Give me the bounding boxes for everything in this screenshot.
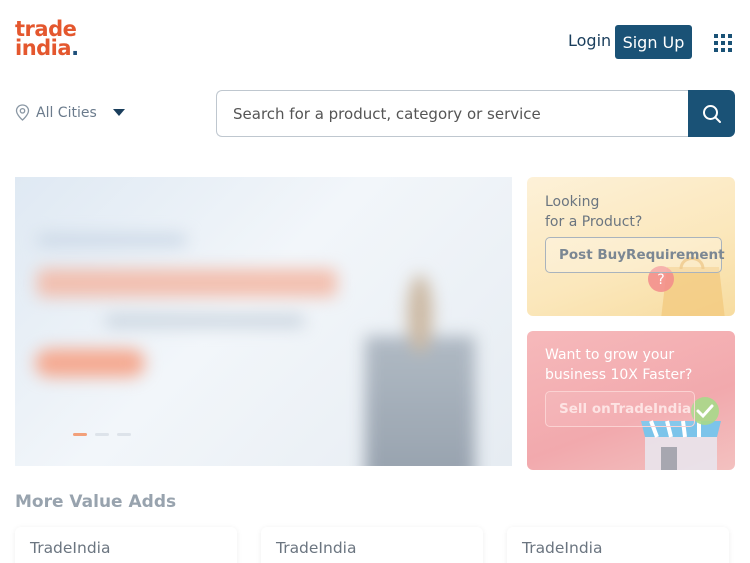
carousel-dot[interactable] xyxy=(73,433,87,436)
signup-button[interactable]: Sign Up xyxy=(615,25,692,59)
logo-india-text: india xyxy=(15,36,72,60)
section-title-value-adds: More Value Adds xyxy=(15,492,177,512)
chevron-down-icon xyxy=(112,109,125,116)
hero-banner-image xyxy=(15,177,512,466)
carousel-dots xyxy=(73,433,131,436)
post-requirement-card: Looking for a Product? ? Post BuyRequire… xyxy=(527,177,735,316)
carousel-dot[interactable] xyxy=(95,433,109,436)
city-selector[interactable]: All Cities xyxy=(15,104,125,121)
search-input[interactable] xyxy=(216,90,689,137)
tradeindia-logo[interactable]: trade india. xyxy=(15,19,79,60)
sell-card-text: Want to grow your business 10X Faster? xyxy=(545,345,715,385)
buy-card-text: Looking for a Product? xyxy=(545,192,715,232)
login-link[interactable]: Login xyxy=(568,31,611,50)
buy-card-line1: Looking xyxy=(545,194,600,210)
value-add-card-label: TradeIndia xyxy=(522,539,603,557)
apps-grid-icon[interactable] xyxy=(714,34,732,52)
value-add-card[interactable]: TradeIndia xyxy=(507,527,729,563)
value-add-card[interactable]: TradeIndia xyxy=(261,527,483,563)
hero-banner[interactable] xyxy=(15,177,512,466)
logo-line-india: india. xyxy=(15,36,79,60)
search-icon xyxy=(702,104,721,123)
svg-text:?: ? xyxy=(657,272,664,288)
location-pin-icon xyxy=(15,104,30,121)
post-buy-requirement-button[interactable]: Post BuyRequirement xyxy=(545,237,725,273)
sell-on-tradeindia-button[interactable]: Sell onTradeIndia xyxy=(545,391,695,427)
sell-on-tradeindia-card: Want to grow your business 10X Faster? S… xyxy=(527,331,735,470)
search-button[interactable] xyxy=(688,90,735,137)
value-add-card[interactable]: TradeIndia xyxy=(15,527,237,563)
logo-dot: . xyxy=(71,36,79,60)
value-add-card-label: TradeIndia xyxy=(276,539,357,557)
city-label: All Cities xyxy=(36,104,97,121)
sell-card-line1: Want to grow your xyxy=(545,347,675,363)
carousel-dot[interactable] xyxy=(117,433,131,436)
value-add-card-label: TradeIndia xyxy=(30,539,111,557)
buy-card-line2: for a Product? xyxy=(545,214,643,230)
sell-card-line2: business 10X Faster? xyxy=(545,367,693,383)
